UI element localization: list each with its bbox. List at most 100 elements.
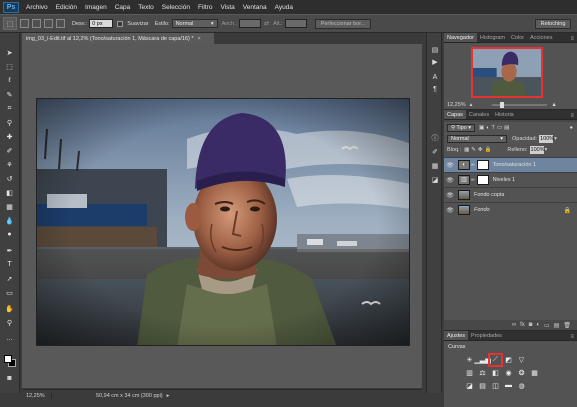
menu-vista[interactable]: Vista [216, 4, 238, 11]
link-layers-icon[interactable]: ∞ [512, 322, 516, 328]
gradient-tool-icon[interactable]: ▦ [3, 201, 16, 212]
pen-tool-icon[interactable]: ✒ [3, 245, 16, 256]
path-selection-tool-icon[interactable]: ➚ [3, 273, 16, 284]
layer-mask-thumbnail[interactable] [476, 160, 489, 170]
threshold-icon[interactable]: ◫ [490, 381, 501, 391]
new-adjustment-icon[interactable]: ◐ [536, 322, 540, 328]
swap-icon[interactable]: ⇄ [264, 20, 269, 27]
tab-propiedades[interactable]: Propiedades [468, 331, 505, 340]
subtract-selection-icon[interactable] [44, 19, 53, 28]
trash-icon[interactable]: 🗑 [563, 322, 571, 329]
channel-mixer-icon[interactable]: ❂ [516, 368, 527, 378]
panel-menu-icon[interactable]: ≡ [570, 113, 577, 119]
opacity-input[interactable]: 100% [539, 134, 554, 143]
clone-stamp-tool-icon[interactable]: ⚘ [3, 159, 16, 170]
layer-row[interactable]: 👁 Fondo 🔒 [444, 202, 577, 217]
menu-capa[interactable]: Capa [111, 4, 135, 11]
navigator-zoom[interactable]: 12,25% [447, 102, 466, 108]
swatches-panel-icon[interactable]: ▦ [430, 161, 440, 170]
menu-imagen[interactable]: Imagen [81, 4, 111, 11]
quick-mask-icon[interactable]: ◙ [3, 373, 16, 384]
menu-archivo[interactable]: Archivo [22, 4, 52, 11]
fill-input[interactable]: 100% [529, 145, 545, 154]
black-white-icon[interactable]: ◧ [490, 368, 501, 378]
tab-canales[interactable]: Canales [466, 110, 492, 119]
menu-filtro[interactable]: Filtro [194, 4, 216, 11]
eraser-tool-icon[interactable]: ◧ [3, 187, 16, 198]
tab-capas[interactable]: Capas [444, 110, 466, 119]
antialias-checkbox[interactable] [117, 20, 124, 27]
new-selection-icon[interactable] [20, 19, 29, 28]
foreground-color-swatch[interactable] [4, 355, 12, 363]
feather-input[interactable]: 0 px [89, 19, 114, 28]
history-panel-icon[interactable]: ▤ [430, 45, 440, 54]
new-layer-icon[interactable]: ▤ [554, 322, 560, 329]
eye-icon[interactable]: 👁 [444, 192, 456, 199]
layer-kind-select[interactable]: ⚲ Tipo ▾ [447, 123, 475, 132]
tab-color[interactable]: Color [508, 33, 527, 42]
exposure-icon[interactable]: ◩ [503, 355, 514, 365]
tab-acciones[interactable]: Acciones [527, 33, 555, 42]
canvas-area[interactable] [22, 44, 422, 388]
history-brush-tool-icon[interactable]: ↺ [3, 173, 16, 184]
menu-ayuda[interactable]: Ayuda [271, 4, 297, 11]
brush-presets-icon[interactable]: ✐ [430, 147, 440, 156]
zoom-in-icon[interactable]: ▲ [551, 102, 556, 108]
levels-icon[interactable]: ▁▃▅ [474, 355, 490, 365]
healing-brush-tool-icon[interactable]: ✚ [3, 131, 16, 142]
lasso-tool-icon[interactable]: ℓ [3, 75, 16, 86]
tab-ajustes[interactable]: Ajustes [444, 331, 469, 340]
eye-icon[interactable]: 👁 [444, 162, 456, 169]
menu-edicion[interactable]: Edición [52, 4, 81, 11]
layer-mask-thumbnail[interactable] [476, 175, 489, 185]
actions-panel-icon[interactable]: ▶ [430, 57, 440, 66]
close-icon[interactable]: × [198, 36, 201, 42]
layer-row[interactable]: 👁 ◐ ∞ Tono/saturación 1 [444, 157, 577, 172]
info-panel-icon[interactable]: ⓘ [430, 133, 440, 142]
eye-icon[interactable]: 👁 [444, 207, 456, 214]
move-tool-icon[interactable]: ➤ [3, 47, 16, 58]
marquee-tool-preset-icon[interactable]: ⬚ [3, 17, 17, 30]
brush-tool-icon[interactable]: ✐ [3, 145, 16, 156]
layer-style-icon[interactable]: fx [520, 322, 525, 328]
panel-menu-icon[interactable]: ≡ [570, 36, 577, 42]
dodge-tool-icon[interactable]: ● [3, 229, 16, 240]
panel-menu-icon[interactable]: ≡ [570, 334, 577, 340]
new-group-icon[interactable]: ▭ [544, 322, 550, 329]
gradient-map-icon[interactable]: ▬ [503, 381, 514, 391]
chain-link-icon[interactable]: ∞ [471, 162, 475, 168]
invert-icon[interactable]: ◪ [464, 381, 475, 391]
photo-filter-icon[interactable]: ◉ [503, 368, 514, 378]
paragraph-panel-icon[interactable]: ¶ [430, 85, 440, 94]
layer-row[interactable]: 👁 Fondo copia [444, 187, 577, 202]
tab-histogram[interactable]: Histogram [477, 33, 508, 42]
menu-seleccion[interactable]: Selección [158, 4, 194, 11]
lock-icons[interactable]: ▦✎✥🔒 [464, 147, 493, 153]
curves-icon[interactable]: ⟋ [488, 352, 503, 367]
eye-icon[interactable]: 👁 [444, 177, 456, 184]
menu-ventana[interactable]: Ventana [239, 4, 271, 11]
add-mask-icon[interactable]: ◙ [529, 322, 533, 328]
chevron-down-icon[interactable]: ▾ [545, 147, 548, 153]
hand-tool-icon[interactable]: ✋ [3, 303, 16, 314]
tab-navegador[interactable]: Navegador [444, 33, 477, 42]
tab-historia[interactable]: Historia [492, 110, 517, 119]
marquee-tool-icon[interactable]: ⬚ [3, 61, 16, 72]
eyedropper-tool-icon[interactable]: ⚲ [3, 117, 16, 128]
style-select[interactable]: Normal ▾ [171, 19, 218, 28]
posterize-icon[interactable]: ▤ [477, 381, 488, 391]
vibrance-icon[interactable]: ▽ [516, 355, 527, 365]
intersect-selection-icon[interactable] [56, 19, 65, 28]
status-arrow-icon[interactable]: ▸ [167, 393, 170, 399]
document-tab[interactable]: img_03_i-Edit.tif al 12,2% (Tono/saturac… [22, 33, 214, 44]
document-image[interactable] [36, 98, 410, 346]
chain-link-icon[interactable]: ∞ [471, 177, 475, 183]
crop-tool-icon[interactable]: ⌗ [3, 103, 16, 114]
rectangle-tool-icon[interactable]: ▭ [3, 287, 16, 298]
character-panel-icon[interactable]: A [430, 73, 440, 82]
status-zoom[interactable]: 12,25% [22, 392, 52, 399]
chevron-down-icon[interactable]: ▾ [554, 136, 557, 142]
blend-mode-select[interactable]: Normal ▾ [447, 134, 507, 143]
height-input[interactable] [284, 19, 307, 28]
add-selection-icon[interactable] [32, 19, 41, 28]
